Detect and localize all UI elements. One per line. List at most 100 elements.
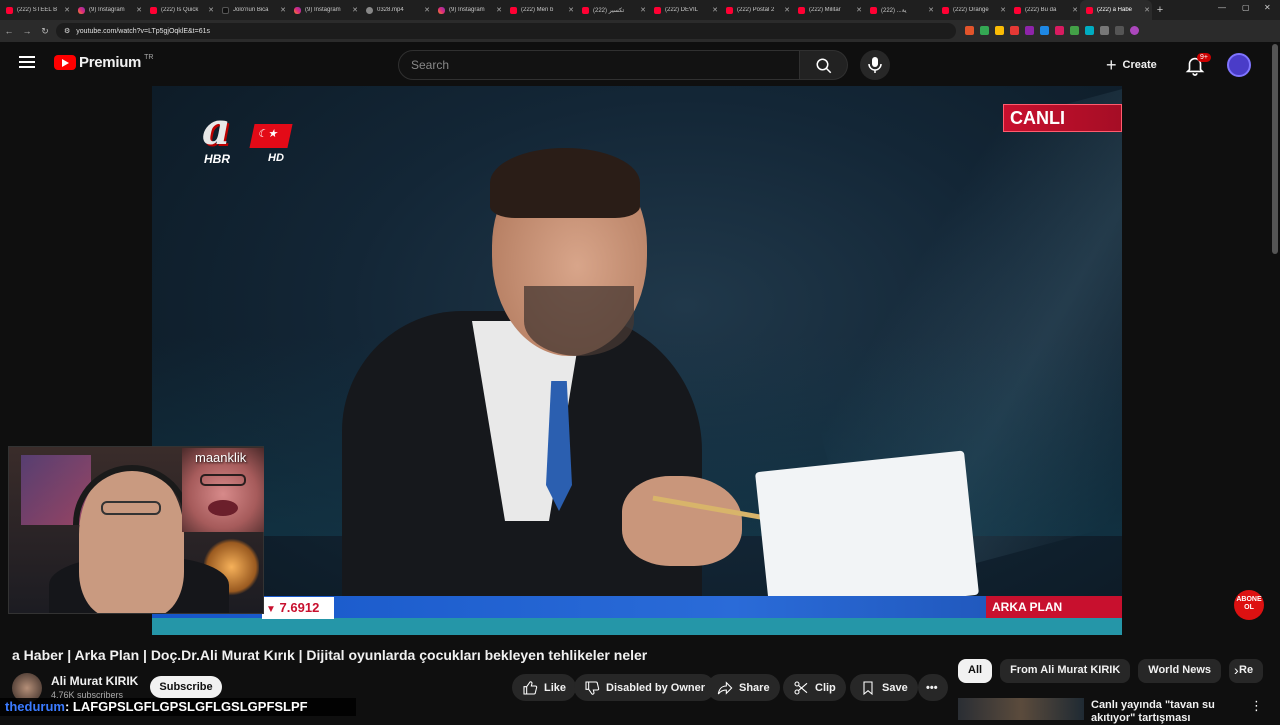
create-button[interactable]: + Create [1106, 52, 1157, 78]
subscribe-watermark[interactable]: ABONE OL [1234, 590, 1264, 620]
forward-icon[interactable]: → [18, 26, 36, 36]
extension-icon[interactable] [995, 26, 1004, 35]
extension-icon[interactable] [1025, 26, 1034, 35]
browser-tab[interactable]: (222) Is Quick ✕ [144, 0, 216, 20]
extension-icon[interactable] [1055, 26, 1064, 35]
voice-search-button[interactable] [860, 50, 890, 80]
extension-icon[interactable] [965, 26, 974, 35]
youtube-icon [1086, 6, 1093, 14]
close-tab-icon[interactable]: ✕ [638, 6, 648, 14]
close-tab-icon[interactable]: ✕ [854, 6, 864, 14]
save-button[interactable]: Save [850, 674, 918, 701]
like-button[interactable]: Like [512, 674, 577, 701]
subscribe-button[interactable]: Subscribe [150, 676, 222, 698]
close-tab-icon[interactable]: ✕ [206, 6, 216, 14]
stream-chat-message: thedurum: LAFGPSLGFLGPSLGFLGSLGPFSLPF [0, 698, 356, 716]
tab-title: 0328.mp4 [377, 7, 404, 13]
address-bar[interactable]: ⚙ youtube.com/watch?v=LTp5gjOqklE&t=61s [56, 23, 956, 39]
close-tab-icon[interactable]: ✕ [710, 6, 720, 14]
channel-name[interactable]: Ali Murat KIRIK [51, 674, 138, 688]
browser-tab[interactable]: (222) Men b ✕ [504, 0, 576, 20]
filter-chip[interactable]: From Ali Murat KIRIK [1000, 659, 1131, 683]
video-thumbnail[interactable] [958, 698, 1084, 720]
more-vertical-icon[interactable]: ⋮ [1250, 698, 1263, 714]
scissors-icon [794, 680, 808, 695]
youtube-icon [654, 6, 661, 14]
browser-tab[interactable]: (222) DEVIL ✕ [648, 0, 720, 20]
close-tab-icon[interactable]: ✕ [998, 6, 1008, 14]
search-icon [816, 58, 832, 74]
close-tab-icon[interactable]: ✕ [566, 6, 576, 14]
a-haber-logo: a HBR HD [202, 108, 293, 166]
browser-tab[interactable]: (9) Instagram ✕ [72, 0, 144, 20]
browser-tab-strip: (222) STEEL B ✕ (9) Instagram ✕ (222) Is Qui… [0, 0, 1280, 20]
browser-tab[interactable]: (222) STEEL B ✕ [0, 0, 72, 20]
maximize-icon[interactable]: ▢ [1242, 3, 1250, 12]
browser-tab[interactable]: (222) a Habe ✕ [1080, 0, 1152, 20]
filter-chip[interactable]: All [958, 659, 993, 683]
extension-icon[interactable] [1070, 26, 1079, 35]
close-tab-icon[interactable]: ✕ [422, 6, 432, 14]
tab-title: (222) STEEL B [17, 7, 58, 13]
browser-tab[interactable]: (222) Orange ✕ [936, 0, 1008, 20]
youtube-icon [870, 6, 877, 14]
youtube-header: Premium TR + Create 9+ [0, 42, 1280, 86]
close-tab-icon[interactable]: ✕ [494, 6, 504, 14]
tab-title: (222) تكسير [593, 7, 625, 14]
browser-tab[interactable]: 0328.mp4 ✕ [360, 0, 432, 20]
browser-tab[interactable]: (222) تكسير ✕ [576, 0, 648, 20]
dislike-button[interactable]: Disabled by Owner [574, 674, 716, 701]
browser-tab[interactable]: (9) Instagram ✕ [432, 0, 504, 20]
page-scrollbar[interactable] [1272, 44, 1278, 254]
account-avatar[interactable] [1227, 53, 1251, 77]
filter-chip[interactable]: World News [1138, 659, 1222, 683]
extension-icon[interactable] [1040, 26, 1049, 35]
browser-tab[interactable]: (222) Bu da ✕ [1008, 0, 1080, 20]
recommended-video-title[interactable]: Canlı yayında "tavan su akıtıyor" tartış… [1091, 699, 1251, 725]
bookmark-icon [863, 680, 873, 695]
close-tab-icon[interactable]: ✕ [134, 6, 144, 14]
close-tab-icon[interactable]: ✕ [350, 6, 360, 14]
tab-title: Jolo'nun Bica [233, 7, 269, 13]
extensions-puzzle-icon[interactable] [1100, 26, 1109, 35]
youtube-premium-logo[interactable]: Premium TR [54, 54, 153, 71]
instagram-icon [78, 6, 85, 14]
tab-title: (222) Men b [521, 7, 554, 13]
menu-icon[interactable] [19, 56, 35, 68]
extension-icon[interactable] [1010, 26, 1019, 35]
search-input[interactable] [398, 50, 800, 80]
video-player[interactable]: a HBR HD CANLI ARKA PLAN [152, 86, 1122, 635]
browser-tab[interactable]: (222) Militar ✕ [792, 0, 864, 20]
browser-tab[interactable]: (9) Instagram ✕ [288, 0, 360, 20]
youtube-icon [726, 6, 733, 14]
reload-icon[interactable]: ↻ [36, 26, 54, 37]
browser-tab[interactable]: (222) ...ية ✕ [864, 0, 936, 20]
close-window-icon[interactable]: ✕ [1264, 3, 1271, 12]
more-actions-button[interactable]: ••• [918, 674, 948, 701]
youtube-icon [510, 6, 517, 14]
close-tab-icon[interactable]: ✕ [782, 6, 792, 14]
chat-username: thedurum [5, 699, 65, 714]
profile-icon[interactable] [1130, 26, 1139, 35]
browser-tab[interactable]: (222) Postal 2 ✕ [720, 0, 792, 20]
close-tab-icon[interactable]: ✕ [926, 6, 936, 14]
browser-tab[interactable]: Jolo'nun Bica ✕ [216, 0, 288, 20]
share-button[interactable]: Share [707, 674, 780, 701]
close-tab-icon[interactable]: ✕ [278, 6, 288, 14]
close-tab-icon[interactable]: ✕ [62, 6, 72, 14]
download-icon[interactable] [1115, 26, 1124, 35]
search-button[interactable] [800, 50, 848, 80]
back-icon[interactable]: ← [0, 26, 18, 36]
extension-icon[interactable] [1085, 26, 1094, 35]
close-tab-icon[interactable]: ✕ [1070, 6, 1080, 14]
new-tab-button[interactable]: + [1152, 4, 1168, 16]
tab-title: (222) ...ية [881, 7, 907, 14]
paper-sheet [754, 450, 980, 617]
chevron-right-icon[interactable]: › [1234, 662, 1239, 678]
recommended-video[interactable]: Canlı yayında "tavan su akıtıyor" tartış… [958, 698, 1270, 724]
close-tab-icon[interactable]: ✕ [1142, 6, 1152, 14]
minimize-icon[interactable]: — [1218, 3, 1226, 12]
extension-icon[interactable] [980, 26, 989, 35]
site-info-icon[interactable]: ⚙ [64, 27, 70, 35]
clip-button[interactable]: Clip [783, 674, 846, 701]
